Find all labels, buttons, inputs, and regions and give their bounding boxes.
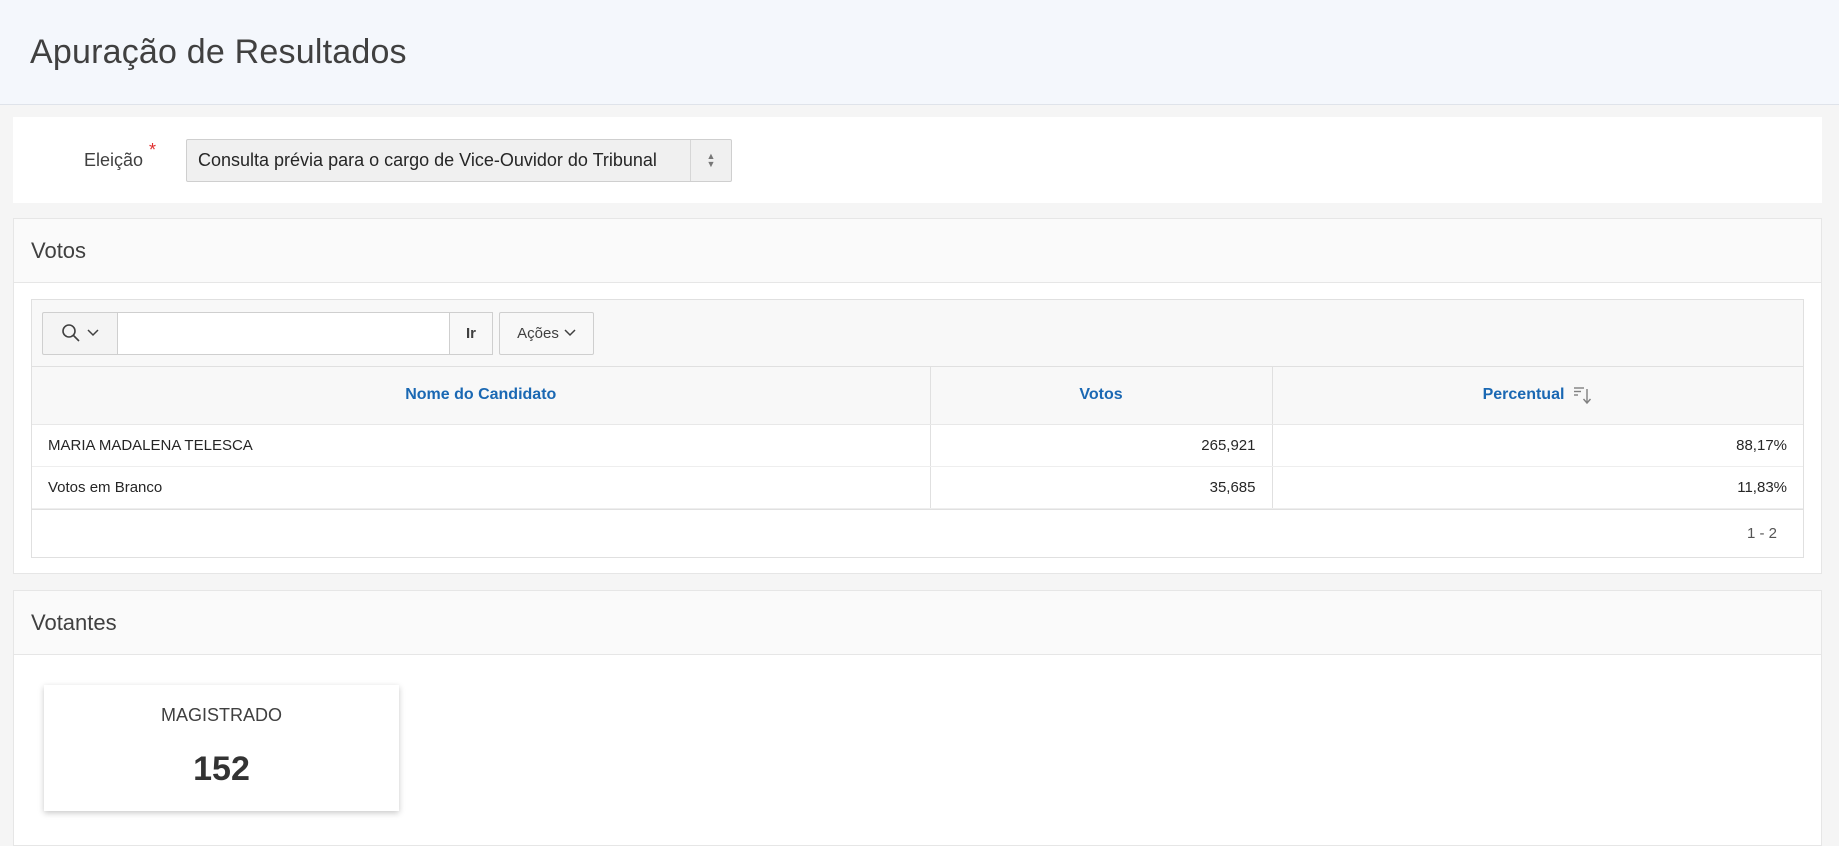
sort-descending-icon	[1573, 387, 1591, 405]
page-title: Apuração de Resultados	[30, 32, 407, 71]
voter-count-card: MAGISTRADO 152	[44, 685, 399, 811]
election-select[interactable]: Consulta prévia para o cargo de Vice-Ouv…	[186, 138, 732, 182]
search-icon	[62, 324, 80, 342]
votos-region: Votos Ir Ações Nome do Candidato Votos P…	[13, 218, 1822, 574]
card-label: MAGISTRADO	[160, 705, 282, 725]
votes-table: Nome do Candidato Votos Percentual MARIA…	[32, 367, 1803, 509]
votantes-region: Votantes MAGISTRADO 152	[13, 590, 1822, 846]
pagination-range: 1 - 2	[1746, 524, 1777, 542]
column-header-nome[interactable]: Nome do Candidato	[32, 367, 931, 425]
chevron-down-icon	[564, 329, 576, 337]
actions-menu-button[interactable]: Ações	[499, 311, 594, 355]
column-header-votos[interactable]: Votos	[930, 367, 1273, 425]
election-select-value: Consulta prévia para o cargo de Vice-Ouv…	[198, 149, 657, 170]
column-header-percentual-label: Percentual	[1482, 386, 1565, 404]
page-header: Apuração de Resultados	[0, 0, 1839, 105]
report-toolbar: Ir Ações	[32, 300, 1803, 367]
cell-percentual: 11,83%	[1272, 466, 1803, 509]
actions-button-label: Ações	[517, 324, 559, 342]
pagination: 1 - 2	[32, 508, 1803, 557]
cell-votos: 35,685	[930, 466, 1273, 509]
select-arrows-icon: ▲ ▼	[690, 139, 731, 181]
interactive-report: Ir Ações Nome do Candidato Votos Percent…	[31, 299, 1804, 558]
votos-region-title: Votos	[14, 219, 1821, 283]
card-value: 152	[193, 750, 250, 788]
required-marker: *	[148, 139, 156, 160]
search-column-menu-button[interactable]	[42, 311, 117, 355]
cell-votos: 265,921	[930, 424, 1273, 467]
cell-percentual: 88,17%	[1272, 424, 1803, 467]
votantes-region-title: Votantes	[14, 591, 1821, 655]
election-field-label: Eleição *	[13, 140, 156, 171]
election-label-text: Eleição	[83, 149, 143, 170]
go-button[interactable]: Ir	[450, 311, 493, 355]
chevron-down-icon	[87, 329, 99, 337]
column-header-percentual[interactable]: Percentual	[1272, 367, 1803, 425]
cell-nome: MARIA MADALENA TELESCA	[32, 424, 931, 467]
table-row: MARIA MADALENA TELESCA 265,921 88,17%	[32, 424, 1803, 467]
election-form-region: Eleição * Consulta prévia para o cargo de…	[13, 117, 1822, 203]
cell-nome: Votos em Branco	[32, 466, 931, 509]
search-input[interactable]	[117, 311, 450, 355]
table-header-row: Nome do Candidato Votos Percentual	[32, 367, 1803, 425]
table-row: Votos em Branco 35,685 11,83%	[32, 466, 1803, 509]
